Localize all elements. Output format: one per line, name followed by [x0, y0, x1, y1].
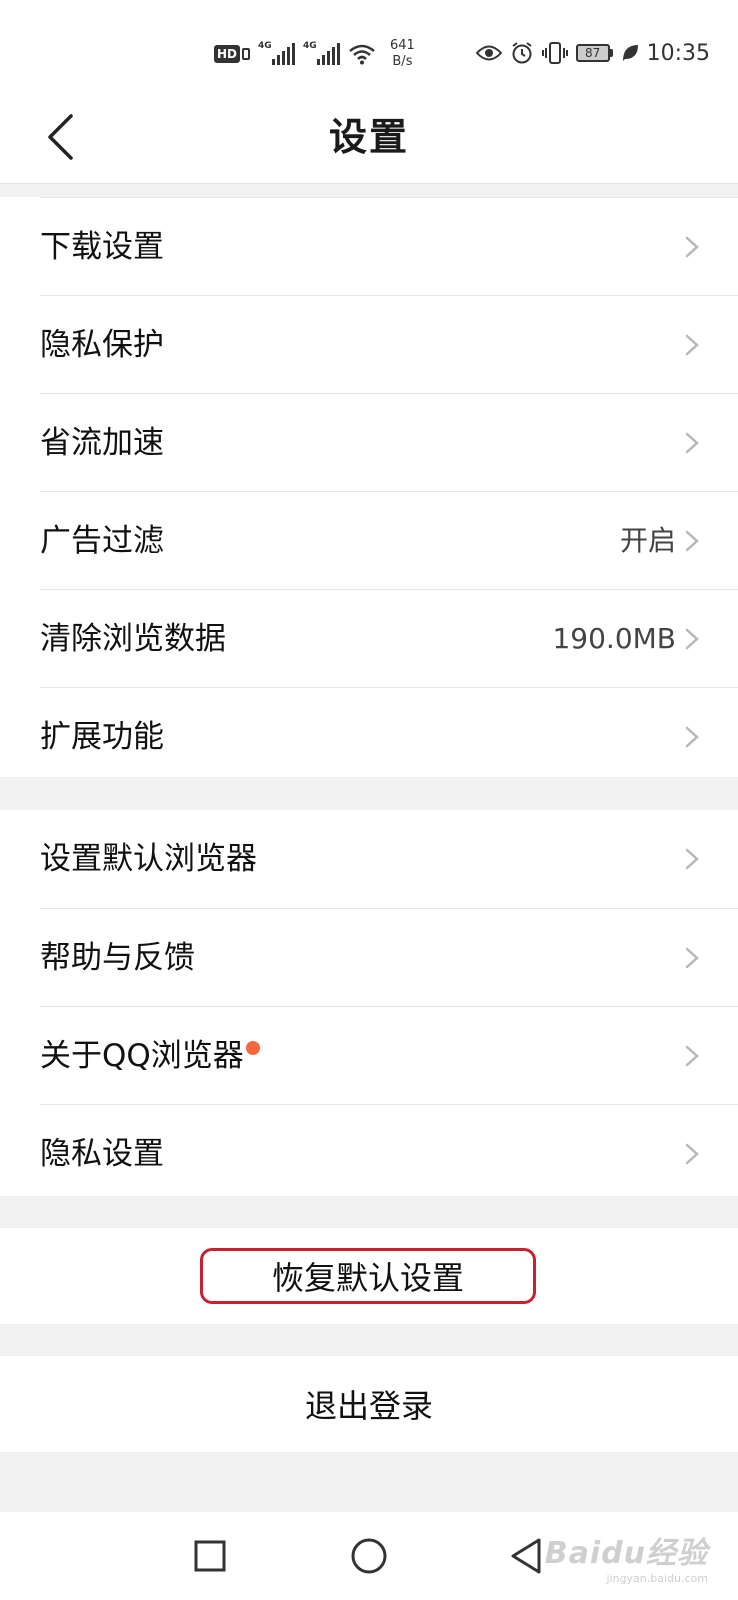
- settings-item-label: 省流加速: [40, 425, 164, 461]
- circle-icon: [351, 1538, 387, 1574]
- watermark-sub: jingyan.baidu.com: [606, 1572, 708, 1585]
- browsing-data-size: 190.0MB: [552, 622, 676, 655]
- network-type-label-2: 4G: [303, 41, 317, 51]
- clock: 10:35: [646, 40, 710, 66]
- settings-item-label: 隐私设置: [40, 1136, 164, 1172]
- hd-call-icon: HD: [214, 45, 251, 63]
- settings-item-download[interactable]: 下载设置: [40, 197, 738, 295]
- settings-item-label: 清除浏览数据: [40, 621, 226, 657]
- settings-item-label: 隐私保护: [40, 327, 164, 363]
- recent-apps-button[interactable]: [184, 1530, 236, 1582]
- battery-level: 87: [575, 44, 610, 62]
- settings-item-help-feedback[interactable]: 帮助与反馈: [40, 908, 738, 1006]
- chevron-right-icon: [685, 1045, 699, 1067]
- settings-item-privacy-protection[interactable]: 隐私保护: [40, 295, 738, 393]
- settings-item-label: 广告过滤: [40, 523, 164, 559]
- settings-item-data-saver[interactable]: 省流加速: [40, 393, 738, 491]
- wifi-icon: [349, 44, 375, 65]
- chevron-right-icon: [685, 1143, 699, 1165]
- page-title: 设置: [328, 115, 409, 159]
- home-button[interactable]: [343, 1530, 395, 1582]
- chevron-right-icon: [685, 334, 699, 356]
- settings-item-ad-filter[interactable]: 广告过滤 开启: [40, 491, 738, 589]
- vibrate-icon: [541, 42, 568, 64]
- settings-item-label: 下载设置: [40, 229, 164, 265]
- hd-label: HD: [214, 45, 241, 63]
- settings-item-label: 设置默认浏览器: [40, 841, 257, 877]
- settings-item-default-browser[interactable]: 设置默认浏览器: [40, 810, 738, 908]
- settings-item-privacy-settings[interactable]: 隐私设置: [40, 1104, 738, 1202]
- eye-icon: [475, 45, 502, 61]
- status-bar: HD 4G 4G 641 B/s 87 10:35: [0, 0, 738, 90]
- baidu-watermark: Baidu经验 jingyan.baidu.com: [545, 1528, 708, 1585]
- speed-value: 641: [390, 38, 415, 53]
- ad-filter-status: 开启: [619, 524, 676, 557]
- logout-row: 退出登录: [0, 1356, 738, 1452]
- restore-row: 恢复默认设置: [0, 1228, 738, 1324]
- settings-item-about[interactable]: 关于QQ浏览器: [40, 1006, 738, 1104]
- chevron-right-icon: [685, 848, 699, 870]
- chevron-right-icon: [685, 726, 699, 748]
- settings-item-clear-data[interactable]: 清除浏览数据 190.0MB: [40, 589, 738, 687]
- network-speed: 641 B/s: [390, 38, 415, 70]
- app-header: 设置: [0, 90, 738, 184]
- settings-group-2: 设置默认浏览器 帮助与反馈 关于QQ浏览器 隐私设置: [0, 810, 738, 1196]
- status-left: HD 4G 4G 641 B/s: [214, 36, 415, 72]
- leaf-icon: [622, 45, 638, 61]
- restore-defaults-button[interactable]: 恢复默认设置: [200, 1248, 536, 1304]
- battery-icon: 87: [575, 44, 613, 62]
- chevron-right-icon: [685, 236, 699, 258]
- chevron-right-icon: [685, 947, 699, 969]
- logout-button[interactable]: 退出登录: [305, 1381, 433, 1427]
- system-nav-bar: Baidu经验 jingyan.baidu.com: [0, 1512, 738, 1600]
- triangle-back-icon: [511, 1538, 541, 1574]
- new-badge-dot: [246, 1041, 260, 1055]
- watermark-main: Baidu经验: [544, 1536, 708, 1571]
- speed-unit: B/s: [392, 54, 413, 69]
- settings-item-extensions[interactable]: 扩展功能: [40, 687, 738, 785]
- settings-group-1: 下载设置 隐私保护 省流加速 广告过滤 开启 清除浏览数据 190.0MB 扩展…: [0, 197, 738, 777]
- alarm-icon: [511, 42, 532, 64]
- settings-item-label: 帮助与反馈: [40, 940, 195, 976]
- settings-item-label: 扩展功能: [40, 719, 164, 755]
- chevron-right-icon: [685, 530, 699, 552]
- status-right: 87 10:35: [475, 38, 710, 68]
- settings-item-label: 关于QQ浏览器: [40, 1038, 244, 1074]
- chevron-right-icon: [685, 432, 699, 454]
- signal-icon: 4G: [258, 41, 296, 65]
- signal-icon-2: 4G: [303, 41, 341, 65]
- network-type-label: 4G: [258, 41, 272, 51]
- square-icon: [194, 1540, 226, 1572]
- chevron-right-icon: [685, 628, 699, 650]
